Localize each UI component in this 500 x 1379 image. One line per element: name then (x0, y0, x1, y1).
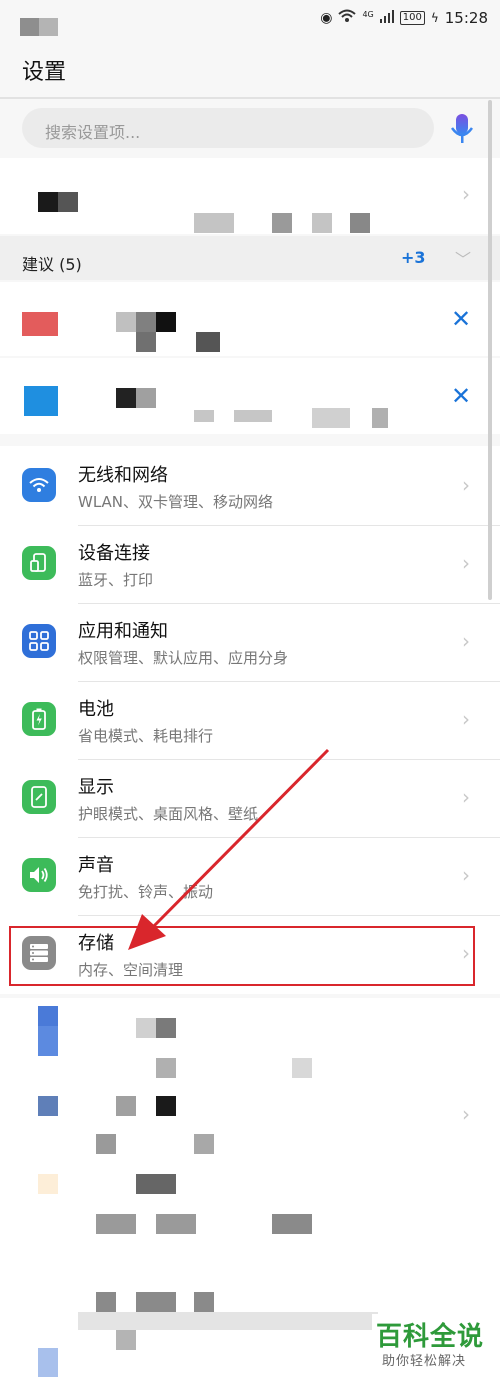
blurred-text (136, 1292, 176, 1312)
blurred-text (272, 1214, 312, 1234)
watermark-subtext: 助你轻松解决 (382, 1354, 467, 1369)
scrollbar[interactable] (488, 100, 492, 600)
blurred-text (156, 1214, 196, 1234)
blurred-text (194, 1292, 214, 1312)
blurred-text (156, 1058, 176, 1078)
blurred-text (194, 1134, 214, 1154)
blurred-text (116, 1096, 136, 1116)
blurred-text (96, 1292, 116, 1312)
blurred-text (96, 1214, 136, 1234)
blurred-text (96, 1134, 116, 1154)
blurred-icon (38, 1174, 58, 1194)
blurred-text (156, 1018, 176, 1038)
blurred-text (136, 1174, 176, 1194)
blurred-text (292, 1058, 312, 1078)
blurred-text (78, 1312, 378, 1330)
blurred-text (156, 1096, 176, 1116)
chevron-right-icon: › (462, 1102, 470, 1126)
blurred-text (116, 1330, 136, 1350)
blurred-icon (38, 1096, 58, 1116)
watermark-text: 百科全说 (376, 1322, 485, 1352)
blurred-text (136, 1018, 156, 1038)
blurred-icon (38, 1026, 58, 1056)
blurred-icon (38, 1348, 58, 1377)
